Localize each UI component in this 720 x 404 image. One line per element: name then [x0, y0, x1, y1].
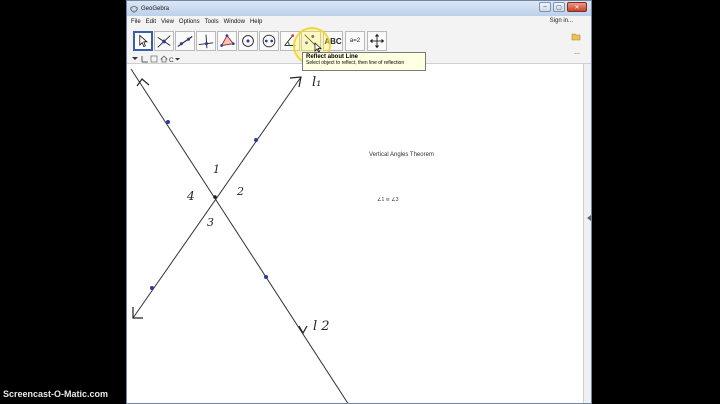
chevron-left-icon [587, 215, 591, 221]
tooltip-description: Select object to reflect, then line of r… [306, 60, 405, 66]
collapse-strip[interactable] [583, 64, 591, 403]
circle-icon [242, 35, 254, 47]
label-angle-4: 4 [186, 189, 195, 203]
menu-options[interactable]: Options [179, 19, 200, 25]
slider-icon: a=2 [349, 38, 361, 44]
graphics-view[interactable]: l₁ l 2 1 2 3 4 Vertical Angles Theorem ∠… [127, 64, 583, 404]
window-controls: – ▢ ✕ [539, 2, 587, 12]
menu-window[interactable]: Window [224, 19, 245, 25]
point-tool[interactable] [154, 31, 174, 51]
perpendicular-tool[interactable] [196, 31, 216, 51]
menu-help[interactable]: Help [250, 19, 262, 25]
ellipse-tool[interactable] [259, 31, 279, 51]
mouse-cursor-icon [314, 42, 322, 53]
label-angle-3: 3 [207, 216, 214, 229]
point-on-l2-lower[interactable] [264, 275, 268, 279]
move-graphics-icon [369, 33, 385, 49]
maximize-button[interactable]: ▢ [553, 2, 565, 12]
folder-icon[interactable] [571, 32, 581, 41]
point-on-l1-upper[interactable] [254, 138, 258, 142]
title-bar: GeoGebra – ▢ ✕ [127, 1, 591, 16]
window-title: GeoGebra [141, 5, 170, 12]
geogebra-logo-icon [130, 5, 138, 13]
intersection-point[interactable] [213, 195, 217, 199]
label-angle-1: 1 [213, 163, 220, 176]
screencast-watermark: Screencast-O-Matic.com [3, 389, 109, 399]
line-tool[interactable] [175, 31, 195, 51]
circle-tool[interactable] [238, 31, 258, 51]
toolbar: ABC a=2 [127, 28, 591, 54]
tool-tooltip: Reflect about Line Select object to refl… [302, 52, 426, 71]
sign-in-link[interactable]: Sign in... [550, 18, 573, 24]
angle-equation: ∠1 ≅ ∠3 [377, 197, 399, 203]
geogebra-window: GeoGebra – ▢ ✕ File Edit View Options To… [126, 0, 592, 404]
menu-tools[interactable]: Tools [205, 19, 219, 25]
polygon-tool[interactable] [217, 31, 237, 51]
move-tool[interactable] [133, 31, 153, 51]
geometry-canvas[interactable]: l₁ l 2 1 2 3 4 [127, 64, 583, 404]
menu-file[interactable]: File [131, 19, 141, 25]
point-icon [157, 35, 171, 48]
slider-tool[interactable]: a=2 [345, 31, 365, 51]
label-angle-2: 2 [236, 185, 244, 198]
line-icon [177, 36, 193, 47]
menu-view[interactable]: View [161, 19, 174, 25]
arrow-pointer-icon [139, 34, 149, 48]
line-l2[interactable] [130, 68, 349, 404]
perpendicular-line-icon [198, 34, 214, 49]
menu-bar: File Edit View Options Tools Window Help… [127, 16, 591, 28]
close-button[interactable]: ✕ [567, 2, 587, 12]
label-l1: l₁ [312, 75, 321, 90]
minimize-button[interactable]: – [539, 2, 551, 12]
menu-edit[interactable]: Edit [146, 19, 156, 25]
triangle-icon [220, 34, 235, 47]
point-on-l1-lower[interactable] [150, 286, 154, 290]
style-bar-icons: C [132, 55, 180, 63]
point-on-l2-upper[interactable] [166, 120, 170, 124]
line-l1[interactable] [132, 76, 302, 319]
label-l2: l 2 [313, 319, 330, 334]
arrowhead-l2-top [136, 78, 150, 87]
ellipse-icon [262, 34, 276, 48]
theorem-title: Vertical Angles Theorem [369, 152, 434, 158]
svg-text:C: C [169, 57, 174, 63]
move-view-tool[interactable] [367, 31, 387, 51]
